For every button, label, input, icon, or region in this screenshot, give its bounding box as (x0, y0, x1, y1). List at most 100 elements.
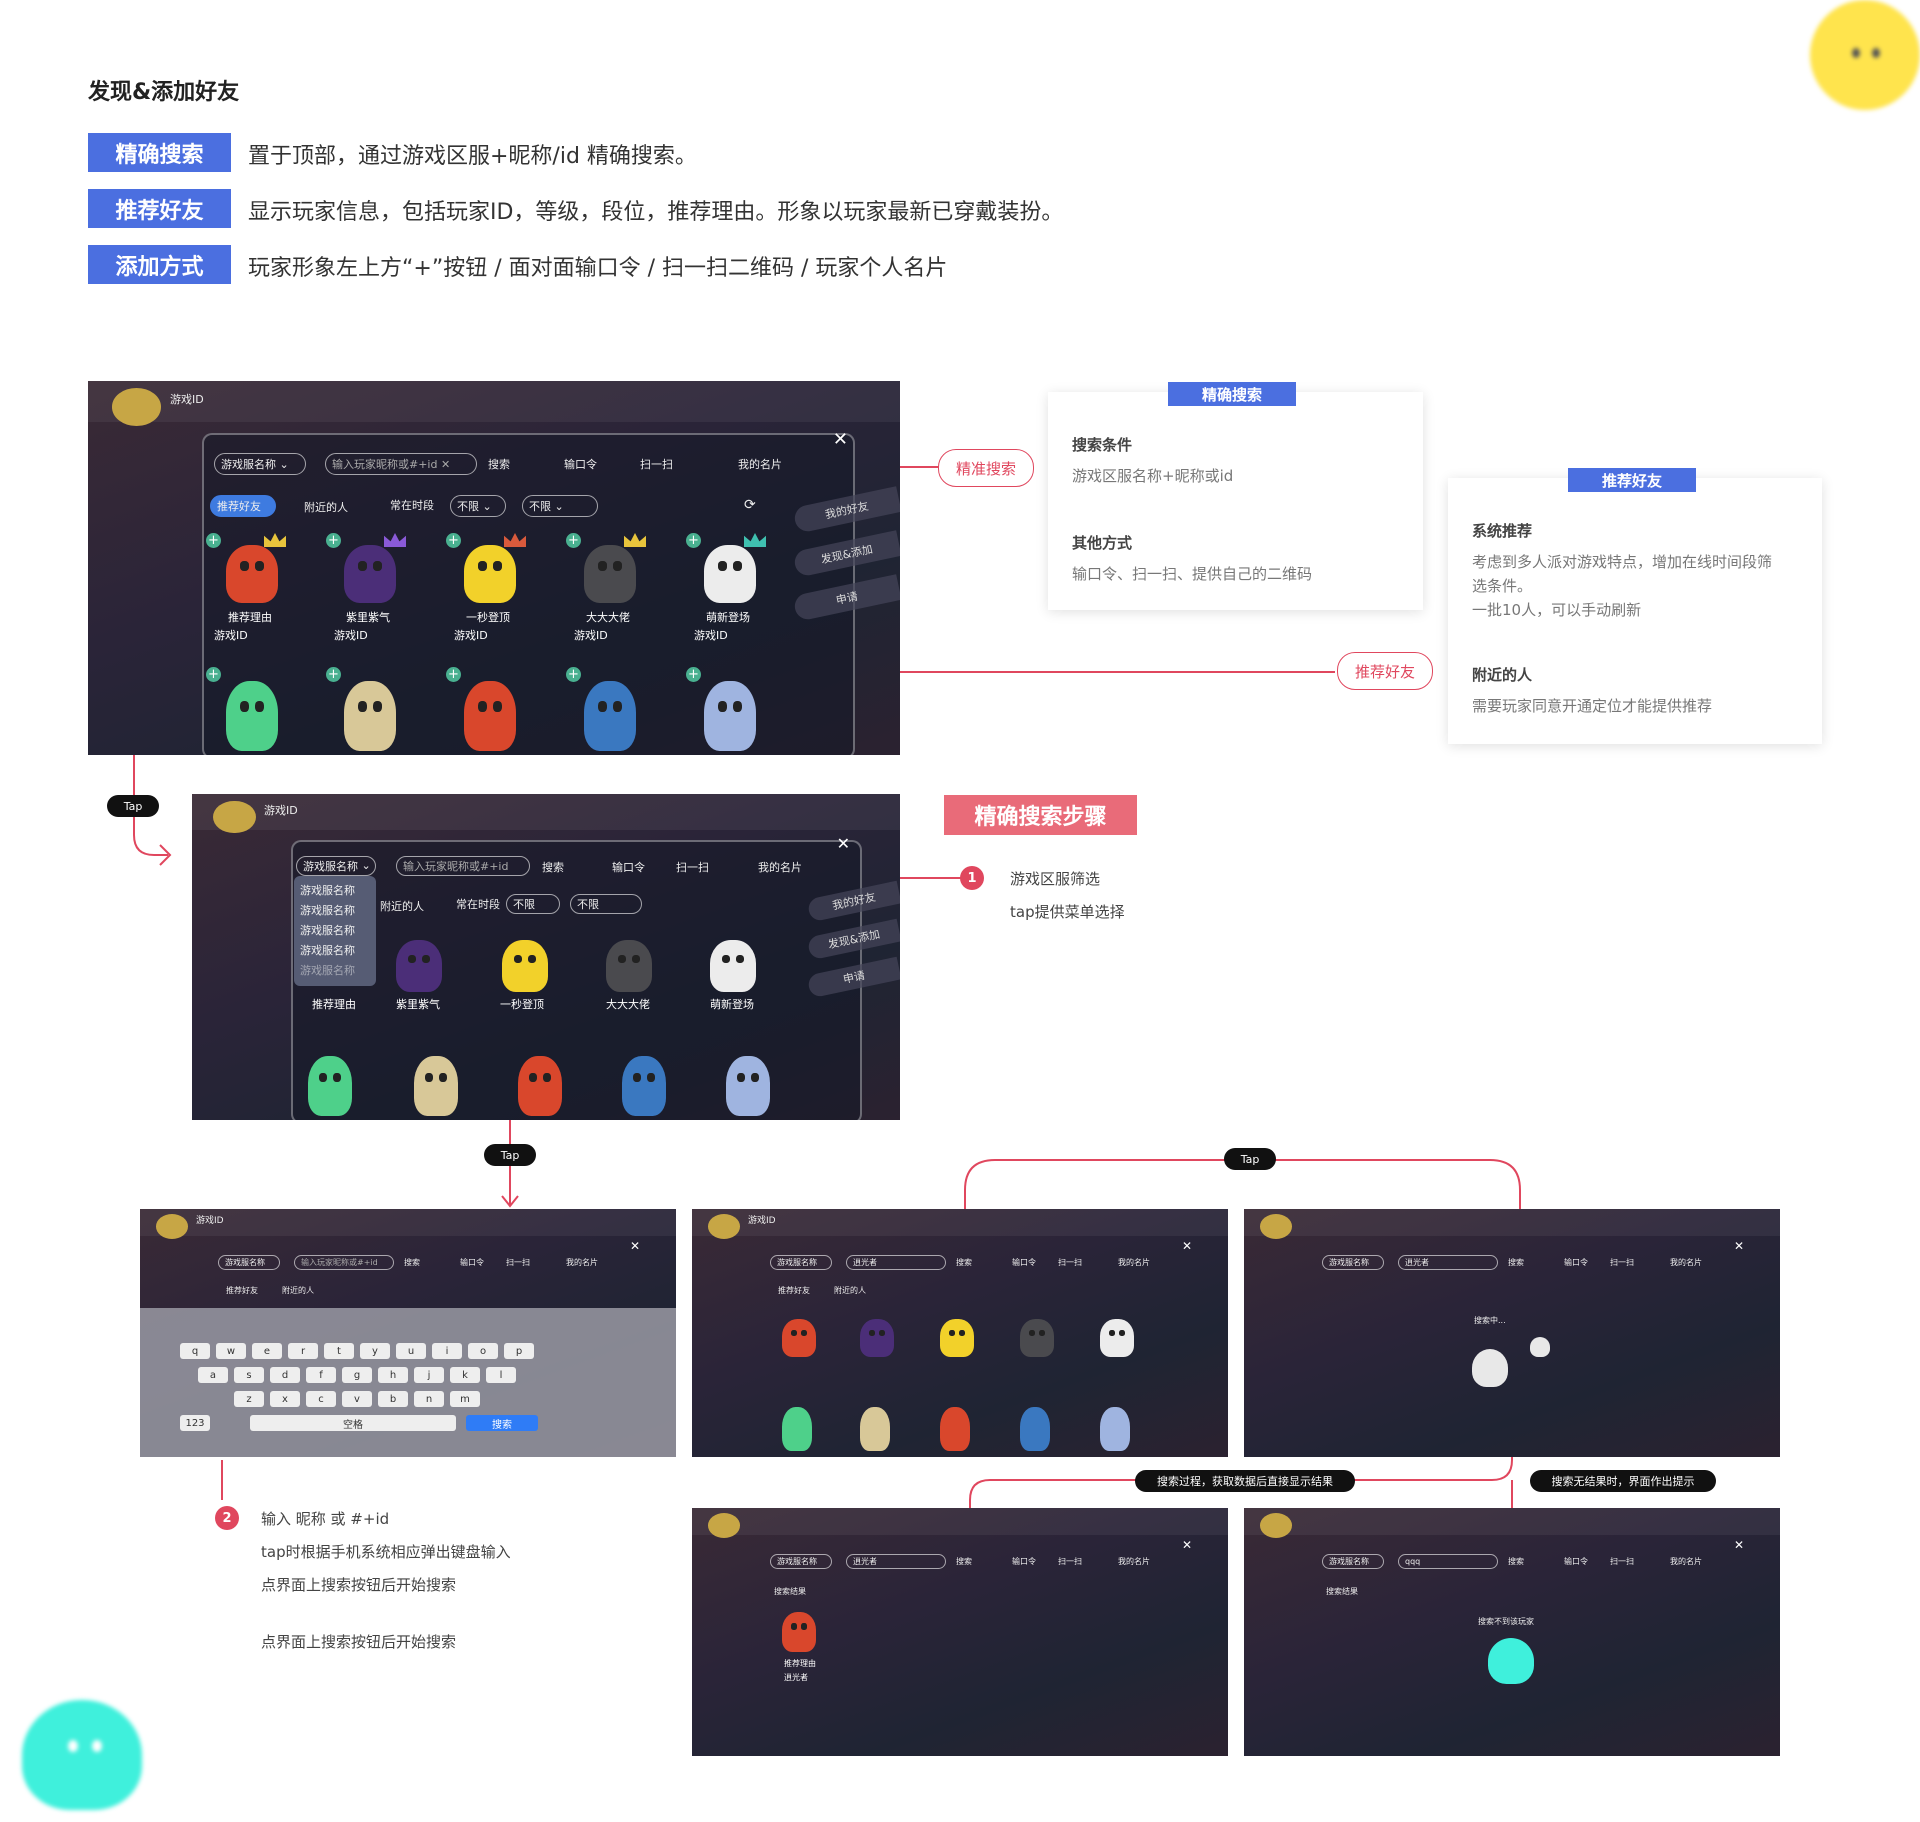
key-w[interactable]: w (216, 1343, 246, 1359)
add-friend-plus-icon[interactable]: + (446, 667, 461, 682)
key-c[interactable]: c (306, 1391, 336, 1407)
tab-recommend[interactable]: 推荐好友 (778, 1285, 810, 1296)
close-icon[interactable]: ✕ (1182, 1239, 1192, 1253)
key-r[interactable]: r (288, 1343, 318, 1359)
key-k[interactable]: k (450, 1367, 480, 1383)
search-input[interactable]: 逍光者 (846, 1554, 946, 1569)
add-friend-plus-icon[interactable]: + (206, 667, 221, 682)
key-e[interactable]: e (252, 1343, 282, 1359)
scan-button[interactable]: 扫一扫 (1058, 1257, 1082, 1268)
add-friend-plus-icon[interactable]: + (206, 533, 221, 548)
time-filter-1[interactable]: 不限 (506, 894, 560, 914)
key-v[interactable]: v (342, 1391, 372, 1407)
scan-button[interactable]: 扫一扫 (1058, 1556, 1082, 1567)
add-friend-plus-icon[interactable]: + (326, 533, 341, 548)
search-button[interactable]: 搜索 (404, 1257, 420, 1268)
close-icon[interactable]: ✕ (833, 429, 848, 450)
close-icon[interactable]: ✕ (630, 1239, 640, 1253)
tab-nearby[interactable]: 附近的人 (380, 898, 424, 914)
code-button[interactable]: 输口令 (1012, 1257, 1036, 1268)
tab-recommend[interactable]: 推荐好友 (210, 495, 276, 518)
add-friend-plus-icon[interactable]: + (686, 533, 701, 548)
search-button[interactable]: 搜索 (956, 1556, 972, 1567)
key-o[interactable]: o (468, 1343, 498, 1359)
my-card-button[interactable]: 我的名片 (1670, 1556, 1702, 1567)
key-t[interactable]: t (324, 1343, 354, 1359)
key-i[interactable]: i (432, 1343, 462, 1359)
my-card-button[interactable]: 我的名片 (1118, 1556, 1150, 1567)
time-filter-2[interactable]: 不限 (570, 894, 642, 914)
server-select[interactable]: 游戏服名称 ⌄ (296, 856, 376, 876)
code-button[interactable]: 输口令 (612, 859, 645, 875)
refresh-icon[interactable]: ⟳ (744, 497, 756, 513)
tab-nearby[interactable]: 附近的人 (304, 499, 348, 515)
search-input[interactable]: qqq (1398, 1554, 1498, 1569)
search-button[interactable]: 搜索 (1508, 1257, 1524, 1268)
add-friend-plus-icon[interactable]: + (566, 667, 581, 682)
my-card-button[interactable]: 我的名片 (1118, 1257, 1150, 1268)
add-friend-plus-icon[interactable]: + (446, 533, 461, 548)
key-n[interactable]: n (414, 1391, 444, 1407)
server-select[interactable]: 游戏服名称 (770, 1255, 832, 1270)
code-button[interactable]: 输口令 (1012, 1556, 1036, 1567)
scan-button[interactable]: 扫一扫 (676, 859, 709, 875)
search-input[interactable]: 输入玩家昵称或#+id (396, 856, 530, 876)
code-button[interactable]: 输口令 (1564, 1257, 1588, 1268)
close-icon[interactable]: ✕ (1182, 1538, 1192, 1552)
time-filter-2[interactable]: 不限 ⌄ (522, 495, 598, 518)
search-button[interactable]: 搜索 (1508, 1556, 1524, 1567)
dropdown-item[interactable]: 游戏服名称 (300, 962, 355, 978)
my-card-button[interactable]: 我的名片 (566, 1257, 598, 1268)
key-z[interactable]: z (234, 1391, 264, 1407)
key-x[interactable]: x (270, 1391, 300, 1407)
search-input[interactable]: 输入玩家昵称或#+id ✕ (325, 453, 477, 476)
close-icon[interactable]: ✕ (1734, 1538, 1744, 1552)
add-friend-plus-icon[interactable]: + (326, 667, 341, 682)
key-space[interactable]: 空格 (250, 1415, 456, 1431)
key-j[interactable]: j (414, 1367, 444, 1383)
server-select[interactable]: 游戏服名称 (1322, 1255, 1384, 1270)
close-icon[interactable]: ✕ (837, 834, 850, 853)
search-input[interactable]: 逍光者 (1398, 1255, 1498, 1270)
time-filter-1[interactable]: 不限 ⌄ (450, 495, 506, 518)
key-h[interactable]: h (378, 1367, 408, 1383)
search-button[interactable]: 搜索 (488, 456, 510, 472)
close-icon[interactable]: ✕ (1734, 1239, 1744, 1253)
search-button[interactable]: 搜索 (542, 859, 564, 875)
key-a[interactable]: a (198, 1367, 228, 1383)
server-select[interactable]: 游戏服名称 ⌄ (214, 453, 306, 476)
key-u[interactable]: u (396, 1343, 426, 1359)
dropdown-item[interactable]: 游戏服名称 (300, 902, 355, 918)
scan-button[interactable]: 扫一扫 (1610, 1257, 1634, 1268)
key-g[interactable]: g (342, 1367, 372, 1383)
scan-button[interactable]: 扫一扫 (506, 1257, 530, 1268)
key-y[interactable]: y (360, 1343, 390, 1359)
key-q[interactable]: q (180, 1343, 210, 1359)
key-s[interactable]: s (234, 1367, 264, 1383)
add-friend-plus-icon[interactable]: + (686, 667, 701, 682)
server-select[interactable]: 游戏服名称 (770, 1554, 832, 1569)
dropdown-item[interactable]: 游戏服名称 (300, 922, 355, 938)
tab-nearby[interactable]: 附近的人 (834, 1285, 866, 1296)
key-m[interactable]: m (450, 1391, 480, 1407)
scan-button[interactable]: 扫一扫 (1610, 1556, 1634, 1567)
dropdown-item[interactable]: 游戏服名称 (300, 942, 355, 958)
key-p[interactable]: p (504, 1343, 534, 1359)
key-l[interactable]: l (486, 1367, 516, 1383)
my-card-button[interactable]: 我的名片 (758, 859, 802, 875)
code-button[interactable]: 输口令 (460, 1257, 484, 1268)
key-search[interactable]: 搜索 (466, 1415, 538, 1431)
my-card-button[interactable]: 我的名片 (738, 456, 782, 472)
add-friend-plus-icon[interactable]: + (566, 533, 581, 548)
key-b[interactable]: b (378, 1391, 408, 1407)
key-f[interactable]: f (306, 1367, 336, 1383)
code-button[interactable]: 输口令 (564, 456, 597, 472)
scan-button[interactable]: 扫一扫 (640, 456, 673, 472)
code-button[interactable]: 输口令 (1564, 1556, 1588, 1567)
server-select[interactable]: 游戏服名称 (1322, 1554, 1384, 1569)
search-input[interactable]: 逍光者 (846, 1255, 946, 1270)
dropdown-item[interactable]: 游戏服名称 (300, 882, 355, 898)
server-select[interactable]: 游戏服名称 (218, 1255, 280, 1270)
key-d[interactable]: d (270, 1367, 300, 1383)
tab-recommend[interactable]: 推荐好友 (226, 1285, 258, 1296)
